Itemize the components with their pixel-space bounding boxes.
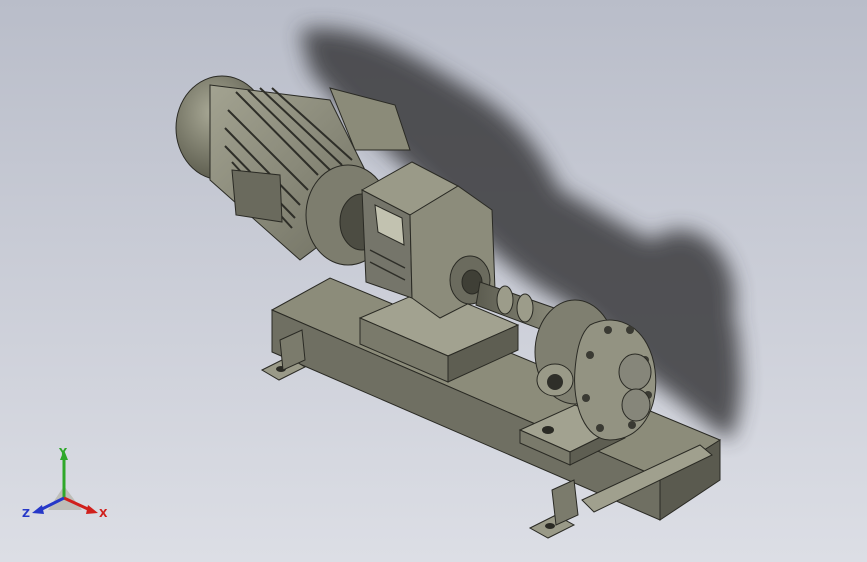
x-axis-label: X bbox=[99, 507, 108, 520]
orientation-triad: Y X Z bbox=[22, 446, 108, 520]
z-axis-label: Z bbox=[22, 507, 30, 520]
cad-viewport[interactable]: Y X Z bbox=[0, 0, 867, 562]
assembly-model[interactable] bbox=[0, 0, 867, 562]
y-axis-label: Y bbox=[58, 446, 68, 459]
